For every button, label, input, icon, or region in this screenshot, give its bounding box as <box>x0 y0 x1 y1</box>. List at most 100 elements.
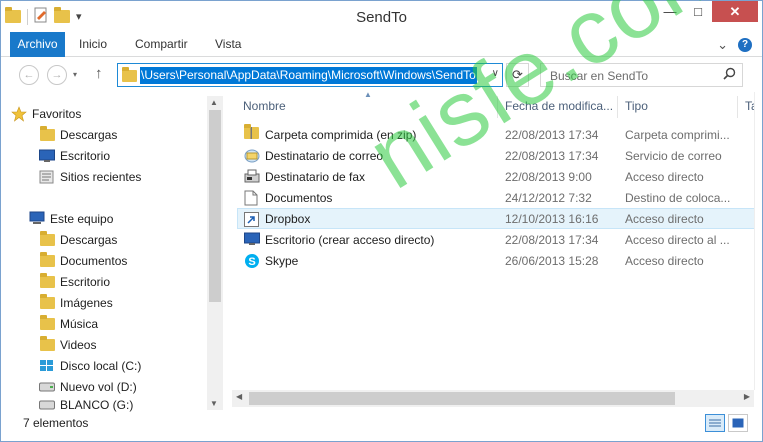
column-header-nombre[interactable]: Nombre <box>243 92 286 122</box>
up-button[interactable]: ↑ <box>95 65 103 82</box>
tab-vista[interactable]: Vista <box>215 32 241 57</box>
scroll-left-icon[interactable]: ◀ <box>236 392 242 401</box>
nav-item-pc-disco-local-c[interactable]: Disco local (C:) <box>39 355 141 376</box>
nav-item-pc-descargas[interactable]: Descargas <box>39 229 117 250</box>
column-header-tipo[interactable]: Tipo <box>625 92 648 122</box>
scroll-down-icon[interactable]: ▼ <box>210 399 218 408</box>
nav-item-pc-blanco-g[interactable]: BLANCO (G:) <box>39 397 133 412</box>
file-date: 22/08/2013 9:00 <box>505 169 592 184</box>
nav-item-label: Documentos <box>60 253 128 268</box>
file-row[interactable]: Destinatario de fax 22/08/2013 9:00 Acce… <box>238 166 754 187</box>
nav-scrollbar[interactable]: ▲ ▼ <box>207 96 223 410</box>
view-switcher <box>705 414 748 432</box>
star-icon <box>11 105 27 122</box>
nav-item-pc-escritorio[interactable]: Escritorio <box>39 271 110 292</box>
column-separator[interactable] <box>617 96 618 118</box>
column-header-fecha[interactable]: Fecha de modifica... <box>505 92 613 122</box>
scroll-right-icon[interactable]: ▶ <box>744 392 750 401</box>
ribbon-right-controls: ⌄ ? <box>717 37 752 53</box>
removable-drive-icon <box>39 397 55 412</box>
file-row[interactable]: Destinatario de correo 22/08/2013 17:34 … <box>238 145 754 166</box>
pictures-folder-icon <box>39 293 55 311</box>
nav-item-label: Escritorio <box>60 148 111 163</box>
nav-item-label: BLANCO (G:) <box>60 397 134 412</box>
nav-item-this-pc[interactable]: Este equipo <box>29 208 113 229</box>
horizontal-scroll-thumb[interactable] <box>249 392 675 405</box>
nav-item-label: Descargas <box>60 127 118 142</box>
nav-scroll-thumb[interactable] <box>209 110 221 302</box>
tab-compartir[interactable]: Compartir <box>135 32 188 57</box>
maximize-button[interactable]: □ <box>684 1 712 22</box>
search-placeholder: Buscar en SendTo <box>550 69 649 83</box>
back-button[interactable]: ← <box>19 65 39 85</box>
horizontal-scrollbar[interactable]: ◀ ▶ <box>232 390 754 407</box>
search-icon[interactable] <box>723 67 736 83</box>
nav-item-label: Música <box>60 316 99 331</box>
nav-item-fav-sitios-recientes[interactable]: Sitios recientes <box>39 166 141 187</box>
address-field[interactable]: \Users\Personal\AppData\Roaming\Microsof… <box>117 63 503 87</box>
nav-item-label: Imágenes <box>60 295 113 310</box>
file-type: Destino de coloca... <box>625 190 731 205</box>
drive-icon <box>39 379 55 395</box>
music-folder-icon <box>39 314 55 332</box>
skype-icon: S <box>244 253 260 268</box>
nav-item-pc-musica[interactable]: Música <box>39 313 98 334</box>
file-row-selected[interactable]: Dropbox 12/10/2013 16:16 Acceso directo <box>237 208 755 229</box>
file-name: Carpeta comprimida (en zip) <box>265 127 417 142</box>
tab-archivo[interactable]: Archivo <box>10 32 65 57</box>
file-date: 12/10/2013 16:16 <box>505 211 599 226</box>
address-path[interactable]: \Users\Personal\AppData\Roaming\Microsof… <box>140 67 477 84</box>
search-input[interactable]: Buscar en SendTo <box>540 63 743 87</box>
minimize-button[interactable]: — <box>656 1 684 22</box>
window-controls: — □ ✕ <box>656 1 758 22</box>
file-row[interactable]: Escritorio (crear acceso directo) 22/08/… <box>238 229 754 250</box>
mail-icon <box>244 148 260 163</box>
nav-item-fav-escritorio[interactable]: Escritorio <box>39 145 110 166</box>
nav-item-pc-documentos[interactable]: Documentos <box>39 250 127 271</box>
details-view-button[interactable] <box>705 414 725 432</box>
computer-icon <box>29 211 45 227</box>
column-separator[interactable] <box>737 96 738 118</box>
file-date: 22/08/2013 17:34 <box>505 127 599 142</box>
desktop-icon <box>39 148 55 164</box>
zip-folder-icon <box>244 124 260 142</box>
file-name: Documentos <box>265 190 333 205</box>
tab-inicio[interactable]: Inicio <box>79 32 107 57</box>
svg-text:S: S <box>248 256 255 268</box>
file-name: Escritorio (crear acceso directo) <box>265 232 435 247</box>
recent-locations-icon[interactable]: ▾ <box>73 70 77 79</box>
file-type: Acceso directo al ... <box>625 232 730 247</box>
forward-button[interactable]: → <box>47 65 67 85</box>
document-icon <box>244 190 260 206</box>
file-list-vertical-edge <box>754 92 762 390</box>
nav-item-label: Descargas <box>60 232 118 247</box>
nav-item-pc-imagenes[interactable]: Imágenes <box>39 292 113 313</box>
close-button[interactable]: ✕ <box>712 1 758 22</box>
nav-item-label: Este equipo <box>50 211 114 226</box>
large-icons-view-button[interactable] <box>728 414 748 432</box>
file-row[interactable]: S Skype 26/06/2013 15:28 Acceso directo <box>238 250 754 271</box>
nav-item-label: Favoritos <box>32 106 82 121</box>
nav-item-pc-videos[interactable]: Videos <box>39 334 96 355</box>
refresh-button[interactable]: ⟳ <box>506 63 529 87</box>
file-type: Servicio de correo <box>625 148 722 163</box>
nav-item-fav-descargas[interactable]: Descargas <box>39 124 117 145</box>
file-date: 22/08/2013 17:34 <box>505 232 599 247</box>
shortcut-icon <box>244 212 260 227</box>
file-row[interactable]: Documentos 24/12/2012 7:32 Destino de co… <box>238 187 754 208</box>
nav-item-favorites[interactable]: Favoritos <box>11 103 81 124</box>
scroll-up-icon[interactable]: ▲ <box>210 98 218 107</box>
nav-item-pc-nuevo-vol-d[interactable]: Nuevo vol (D:) <box>39 376 137 397</box>
column-separator[interactable] <box>497 96 498 118</box>
desktop-folder-icon <box>39 272 55 290</box>
file-type: Carpeta comprimi... <box>625 127 730 142</box>
file-name: Skype <box>265 253 299 268</box>
file-date: 24/12/2012 7:32 <box>505 190 592 205</box>
help-icon[interactable]: ? <box>738 38 752 52</box>
address-dropdown-icon[interactable]: ∨ <box>492 68 499 79</box>
file-row[interactable]: Carpeta comprimida (en zip) 22/08/2013 1… <box>238 124 754 145</box>
expand-ribbon-icon[interactable]: ⌄ <box>717 37 728 53</box>
address-toolbar: ← → ▾ ↑ \Users\Personal\AppData\Roaming\… <box>1 58 762 92</box>
window-title: SendTo <box>356 9 407 26</box>
file-type: Acceso directo <box>625 253 704 268</box>
